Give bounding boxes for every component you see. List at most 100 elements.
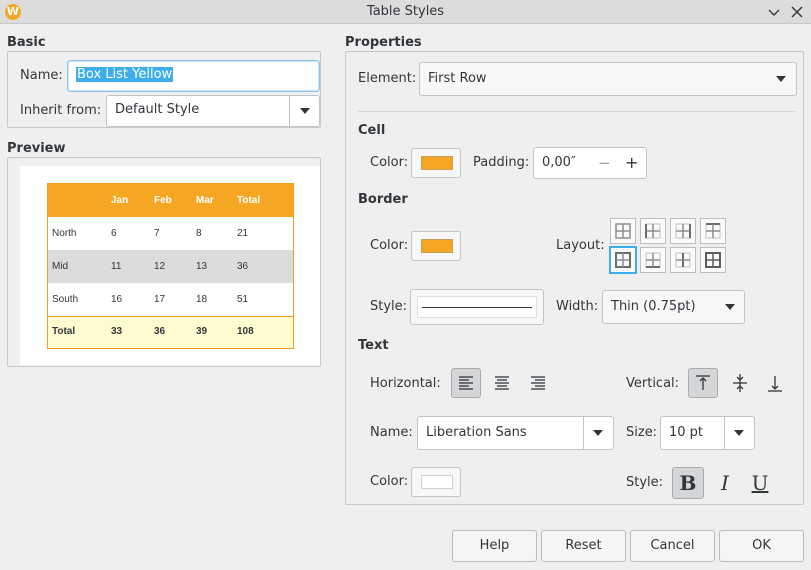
chevron-down-icon [776,76,786,82]
preview-canvas: Jan Feb Mar Total North 6 7 8 21 Mid 11 … [20,166,320,365]
border-section-title: Border [358,192,408,207]
element-select[interactable]: First Row [419,62,797,96]
border-width-value: Thin (0.75pt) [611,299,696,314]
preview-cell: Total [52,326,76,337]
font-name-label: Name: [370,425,413,440]
border-width-select[interactable]: Thin (0.75pt) [602,290,745,324]
border-layout-right-icon[interactable] [670,218,696,244]
title-bar: W Table Styles [0,0,811,24]
font-name-value: Liberation Sans [426,425,527,440]
text-color-button[interactable] [411,467,461,497]
cancel-button[interactable]: Cancel [630,530,715,562]
line-style-sample [422,307,532,308]
style-name-input[interactable]: Box List Yellow [67,60,320,92]
preview-table: Jan Feb Mar Total North 6 7 8 21 Mid 11 … [47,183,294,349]
align-right-button[interactable] [523,368,553,398]
properties-group-title: Properties [345,35,422,50]
preview-cell: 6 [111,228,117,239]
border-layout-vertical-icon[interactable] [670,247,696,273]
cell-color-swatch [421,156,453,170]
preview-cell: 51 [237,294,249,305]
border-color-button[interactable] [411,231,461,261]
border-style-select[interactable] [410,289,544,325]
preview-row: North 6 7 8 21 [48,217,293,250]
reset-button[interactable]: Reset [541,530,626,562]
preview-header-cell: Jan [111,195,129,206]
inherit-dropdown-button[interactable] [289,96,319,126]
preview-cell: 18 [196,294,208,305]
border-width-label: Width: [556,299,599,314]
vertical-label: Vertical: [626,376,680,391]
underline-icon: U [751,471,769,495]
window-title: Table Styles [366,4,445,19]
border-layout-left-icon[interactable] [640,218,666,244]
border-layout-box-icon[interactable] [700,247,726,273]
preview-cell: 17 [154,294,166,305]
border-layout-all-icon[interactable] [610,218,636,244]
cell-color-label: Color: [370,155,409,170]
underline-button[interactable]: U [744,467,776,499]
valign-top-button[interactable] [688,368,718,398]
name-label: Name: [20,68,63,83]
preview-cell: 8 [196,228,202,239]
padding-value: 0,00″ [542,155,576,170]
valign-middle-button[interactable] [725,368,755,398]
font-name-combobox[interactable]: Liberation Sans [417,416,614,450]
border-color-swatch [421,239,453,253]
preview-cell: Mid [52,261,69,272]
preview-header-row: Jan Feb Mar Total [48,184,293,217]
border-style-label: Style: [370,299,408,314]
font-name-dropdown-button[interactable] [583,417,613,449]
preview-cell: 36 [154,326,166,337]
chevron-down-icon [734,430,744,436]
preview-cell: 7 [154,228,160,239]
font-size-dropdown-button[interactable] [724,417,754,449]
border-layout-top-icon[interactable] [700,218,726,244]
divider [358,111,796,112]
layout-label: Layout: [556,238,605,253]
border-layout-outer-icon[interactable] [609,246,637,274]
preview-cell: South [52,294,79,305]
valign-bottom-icon [768,376,782,392]
border-layout-inner-icon[interactable] [640,247,666,273]
align-left-icon [459,376,473,390]
valign-middle-icon [733,374,747,392]
cell-section-title: Cell [358,123,386,138]
align-center-icon [495,376,509,390]
text-color-label: Color: [370,474,409,489]
preview-row: South 16 17 18 51 [48,283,293,316]
font-size-combobox[interactable]: 10 pt [660,416,755,450]
font-size-label: Size: [626,425,658,440]
style-name-value: Box List Yellow [76,67,174,82]
plus-icon[interactable]: + [625,148,638,178]
cell-color-button[interactable] [411,148,461,178]
font-size-value: 10 pt [669,425,704,440]
close-icon[interactable] [788,3,806,21]
preview-group-title: Preview [7,141,66,156]
ok-button[interactable]: OK [719,530,804,562]
inherit-from-label: Inherit from: [20,103,102,118]
preview-header-cell: Mar [196,195,214,206]
inherit-from-value: Default Style [115,102,200,117]
horizontal-label: Horizontal: [370,376,441,391]
text-color-swatch [421,475,453,489]
align-left-button[interactable] [451,368,481,398]
align-center-button[interactable] [487,368,517,398]
preview-total-row: Total 33 36 39 108 [48,316,293,348]
minimize-chevron-icon[interactable] [765,3,783,21]
valign-top-icon [696,375,710,390]
valign-bottom-button[interactable] [760,368,790,398]
padding-spinbox[interactable]: 0,00″ − + [533,147,647,179]
chevron-down-icon [300,108,310,114]
preview-cell: 12 [154,261,166,272]
italic-button[interactable]: I [709,467,741,499]
element-label: Element: [358,71,417,86]
chevron-down-icon [593,430,603,436]
preview-cell: 13 [196,261,208,272]
help-button[interactable]: Help [452,530,537,562]
bold-button[interactable]: B [672,467,704,499]
preview-header-cell: Feb [154,195,172,206]
minus-icon[interactable]: − [598,148,611,178]
preview-cell: 16 [111,294,123,305]
inherit-from-select[interactable]: Default Style [106,95,320,127]
